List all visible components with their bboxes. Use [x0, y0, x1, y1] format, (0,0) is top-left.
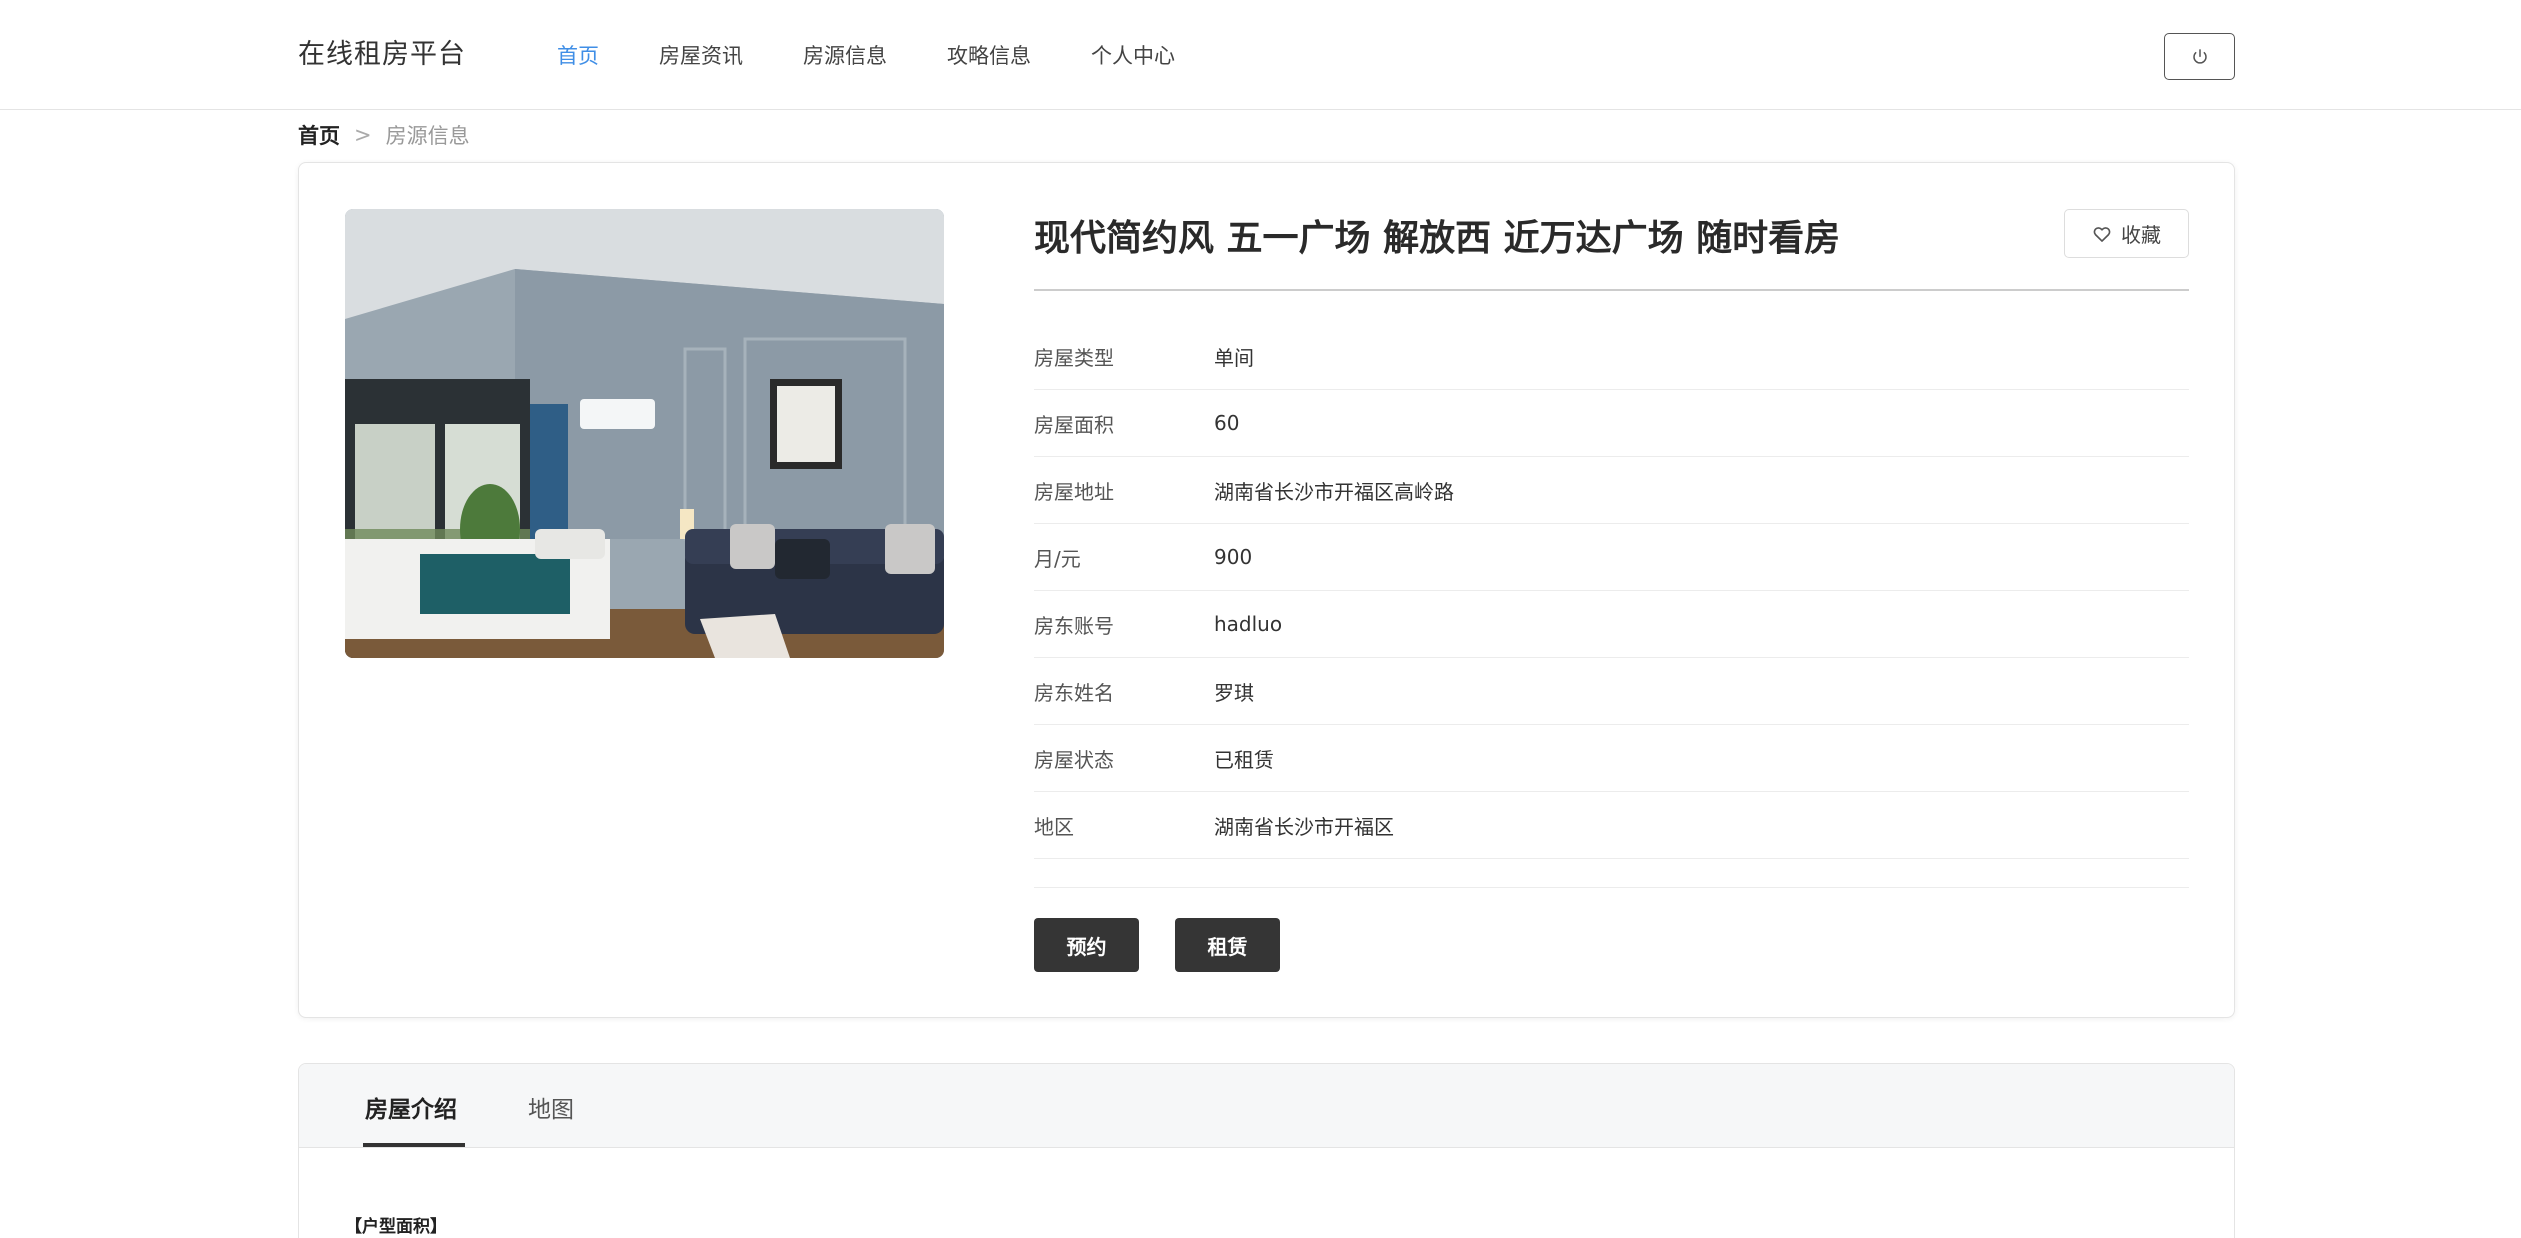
nav-item-listings[interactable]: 房源信息 [803, 40, 887, 70]
info-value: 罗琪 [1214, 680, 1254, 705]
info-value: 湖南省长沙市开福区 [1214, 814, 1394, 839]
info-label: 地区 [1034, 814, 1074, 839]
breadcrumb-current: 房源信息 [385, 124, 470, 148]
info-value: 湖南省长沙市开福区高岭路 [1214, 479, 1454, 504]
tab-map[interactable]: 地图 [528, 1090, 574, 1124]
power-icon [2192, 48, 2207, 64]
nav-item-house-news[interactable]: 房屋资讯 [659, 40, 743, 70]
brand-title: 在线租房平台 [298, 39, 466, 70]
listing-title: 现代简约风 五一广场 解放西 近万达广场 随时看房 [1034, 218, 1841, 259]
info-label: 房东账号 [1034, 613, 1114, 638]
info-value: hadluo [1214, 612, 1283, 636]
breadcrumb-separator: > [354, 123, 372, 147]
title-divider [1034, 289, 2189, 291]
nav-item-guides[interactable]: 攻略信息 [947, 40, 1031, 70]
info-row-landlord-name: 房东姓名 罗琪 [1034, 658, 2189, 725]
tabs-bar: 房屋介绍 地图 [299, 1064, 2234, 1148]
listing-info-table: 房屋类型 单间 房屋面积 60 房屋地址 湖南省长沙市开福区高岭路 月/元 90… [1034, 323, 2189, 859]
nav-item-user-center[interactable]: 个人中心 [1091, 40, 1175, 70]
info-label: 房东姓名 [1034, 680, 1114, 705]
active-tab-indicator [363, 1143, 465, 1147]
info-label: 月/元 [1034, 546, 1081, 571]
detail-tabs-panel: 房屋介绍 地图 【户型面积】 [298, 1063, 2235, 1238]
info-label: 房屋地址 [1034, 479, 1114, 504]
nav-item-home[interactable]: 首页 [557, 40, 599, 70]
rent-button[interactable]: 租赁 [1175, 918, 1280, 972]
info-label: 房屋面积 [1034, 412, 1114, 437]
breadcrumb-home[interactable]: 首页 [298, 120, 340, 150]
info-divider [1034, 887, 2189, 888]
info-value: 900 [1214, 545, 1253, 569]
top-header: 在线租房平台 首页 房屋资讯 房源信息 攻略信息 个人中心 [0, 0, 2521, 110]
info-label: 房屋类型 [1034, 345, 1114, 370]
reserve-button[interactable]: 预约 [1034, 918, 1139, 972]
favorite-label: 收藏 [2121, 223, 2161, 247]
logout-button[interactable] [2164, 33, 2235, 80]
info-row-status: 房屋状态 已租赁 [1034, 725, 2189, 792]
info-row-type: 房屋类型 单间 [1034, 323, 2189, 390]
listing-detail-card: 现代简约风 五一广场 解放西 近万达广场 随时看房 收藏 房屋类型 单间 房屋面… [298, 162, 2235, 1018]
info-value: 60 [1214, 411, 1240, 435]
info-row-landlord-account: 房东账号 hadluo [1034, 591, 2189, 658]
listing-photo [345, 209, 944, 658]
info-row-address: 房屋地址 湖南省长沙市开福区高岭路 [1034, 457, 2189, 524]
favorite-button[interactable]: 收藏 [2064, 209, 2189, 258]
listing-actions: 预约 租赁 [1034, 918, 1280, 972]
info-row-area: 房屋面积 60 [1034, 390, 2189, 457]
tab-house-intro[interactable]: 房屋介绍 [365, 1090, 457, 1124]
section-label-floor-area: 【户型面积】 [345, 1217, 447, 1237]
info-row-price: 月/元 900 [1034, 524, 2189, 591]
info-label: 房屋状态 [1034, 747, 1114, 772]
info-row-region: 地区 湖南省长沙市开福区 [1034, 792, 2189, 859]
main-nav: 首页 房屋资讯 房源信息 攻略信息 个人中心 [557, 40, 1235, 70]
info-value: 单间 [1214, 345, 1254, 370]
heart-outline-icon [2093, 226, 2111, 242]
breadcrumb: 首页 > 房源信息 [298, 120, 470, 150]
info-value: 已租赁 [1214, 747, 1274, 772]
